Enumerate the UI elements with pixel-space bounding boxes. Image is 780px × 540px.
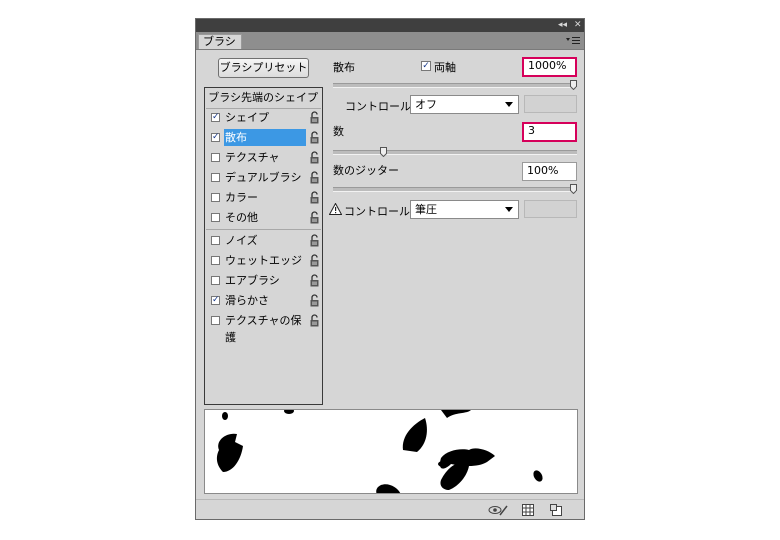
list-item-label: テクスチャの保護 bbox=[225, 314, 302, 344]
select-value: 筆圧 bbox=[415, 203, 437, 216]
scatter-label: 散布 bbox=[333, 61, 355, 74]
count-slider-track[interactable] bbox=[333, 150, 577, 155]
scatter-slider-track[interactable] bbox=[333, 83, 577, 88]
lock-icon[interactable] bbox=[309, 234, 320, 247]
list-item-other[interactable]: その他 bbox=[206, 208, 321, 227]
lock-icon[interactable] bbox=[309, 131, 320, 144]
lock-icon[interactable] bbox=[309, 254, 320, 267]
list-item-label: ウェットエッジ bbox=[225, 254, 302, 267]
brush-presets-button[interactable]: ブラシプリセット bbox=[218, 58, 309, 78]
close-icon[interactable]: ✕ bbox=[574, 19, 582, 32]
lock-icon[interactable] bbox=[309, 191, 320, 204]
warning-icon bbox=[329, 203, 342, 215]
tab-brush[interactable]: ブラシ bbox=[198, 34, 242, 49]
disabled-value-box bbox=[524, 95, 577, 113]
checkbox[interactable] bbox=[211, 193, 220, 202]
list-item-label: カラー bbox=[225, 191, 258, 204]
list-item-shape[interactable]: ✓ シェイプ bbox=[206, 108, 321, 127]
chevron-down-icon bbox=[505, 207, 513, 212]
checkbox[interactable]: ✓ bbox=[211, 113, 220, 122]
panel-title-bar: ◂◂ ✕ bbox=[196, 19, 584, 32]
count-jitter-slider-track[interactable] bbox=[333, 187, 577, 192]
double-chevron-left-icon[interactable]: ◂◂ bbox=[558, 19, 567, 32]
list-item-brush-tip-shape[interactable]: ブラシ先端のシェイプ bbox=[205, 89, 322, 107]
count-label: 数 bbox=[333, 125, 344, 138]
lock-icon[interactable] bbox=[309, 171, 320, 184]
divider bbox=[206, 229, 321, 230]
checkbox[interactable]: ✓ bbox=[211, 133, 220, 142]
count-slider-knob[interactable] bbox=[380, 147, 388, 157]
both-axes-label: 両軸 bbox=[434, 61, 456, 74]
list-item-noise[interactable]: ノイズ bbox=[206, 231, 321, 250]
lock-icon[interactable] bbox=[309, 111, 320, 124]
scatter-value-field[interactable]: 1000% bbox=[522, 57, 577, 77]
list-item-label: 滑らかさ bbox=[225, 294, 269, 307]
disabled-value-box bbox=[524, 200, 577, 218]
list-item-label: デュアルブラシ bbox=[225, 171, 302, 184]
checkbox[interactable] bbox=[211, 256, 220, 265]
list-item-label: その他 bbox=[225, 211, 258, 224]
list-item-scatter[interactable]: ✓ 散布 bbox=[206, 128, 321, 147]
checkbox[interactable] bbox=[211, 153, 220, 162]
checkbox[interactable] bbox=[211, 316, 220, 325]
brush-panel: ◂◂ ✕ ブラシ ブラシプリセット ブラシ先端のシェイプ ✓ シェイプ ✓ 散布… bbox=[195, 18, 585, 520]
list-item-label: ノイズ bbox=[225, 234, 258, 247]
count-jitter-label: 数のジッター bbox=[333, 164, 399, 177]
count-value-field[interactable]: 3 bbox=[522, 122, 577, 142]
new-preset-icon[interactable] bbox=[550, 504, 562, 516]
list-item-wet-edges[interactable]: ウェットエッジ bbox=[206, 251, 321, 270]
lock-icon[interactable] bbox=[309, 314, 320, 327]
both-axes-checkbox[interactable]: ✓ bbox=[421, 61, 431, 71]
checkbox[interactable] bbox=[211, 276, 220, 285]
scatter-control-select[interactable]: オフ bbox=[410, 95, 519, 114]
list-item-protect-texture[interactable]: テクスチャの保護 bbox=[206, 311, 321, 344]
list-item-dual-brush[interactable]: デュアルブラシ bbox=[206, 168, 321, 187]
brush-stroke-preview bbox=[204, 409, 578, 494]
list-item-color[interactable]: カラー bbox=[206, 188, 321, 207]
list-item-label: エアブラシ bbox=[225, 274, 280, 287]
select-value: オフ bbox=[415, 98, 437, 111]
count-jitter-slider-knob[interactable] bbox=[570, 184, 577, 194]
checkbox[interactable] bbox=[211, 236, 220, 245]
lock-icon[interactable] bbox=[309, 294, 320, 307]
list-item-airbrush[interactable]: エアブラシ bbox=[206, 271, 321, 290]
checkbox[interactable] bbox=[211, 213, 220, 222]
list-item-smoothing[interactable]: ✓ 滑らかさ bbox=[206, 291, 321, 310]
list-item-label: テクスチャ bbox=[225, 151, 280, 164]
lock-icon[interactable] bbox=[309, 151, 320, 164]
grid-icon[interactable] bbox=[522, 504, 534, 516]
scatter-slider-knob[interactable] bbox=[570, 80, 577, 90]
panel-bottom-bar bbox=[196, 499, 584, 520]
petal-scatter-preview bbox=[216, 410, 543, 493]
list-item-texture[interactable]: テクスチャ bbox=[206, 148, 321, 167]
lock-icon[interactable] bbox=[309, 211, 320, 224]
eye-brush-icon[interactable] bbox=[488, 504, 508, 516]
lock-icon[interactable] bbox=[309, 274, 320, 287]
tab-row: ブラシ bbox=[196, 32, 584, 50]
list-item-label: シェイプ bbox=[225, 111, 269, 124]
brush-settings-list: ブラシ先端のシェイプ ✓ シェイプ ✓ 散布 テクスチャ デュアルブラシ カラー bbox=[204, 87, 323, 405]
checkbox[interactable]: ✓ bbox=[211, 296, 220, 305]
chevron-down-icon bbox=[505, 102, 513, 107]
count-jitter-value-field[interactable]: 100% bbox=[522, 162, 577, 181]
count-jitter-control-select[interactable]: 筆圧 bbox=[410, 200, 519, 219]
checkbox[interactable] bbox=[211, 173, 220, 182]
list-item-label: 散布 bbox=[224, 129, 306, 146]
panel-menu-icon[interactable] bbox=[566, 36, 580, 45]
